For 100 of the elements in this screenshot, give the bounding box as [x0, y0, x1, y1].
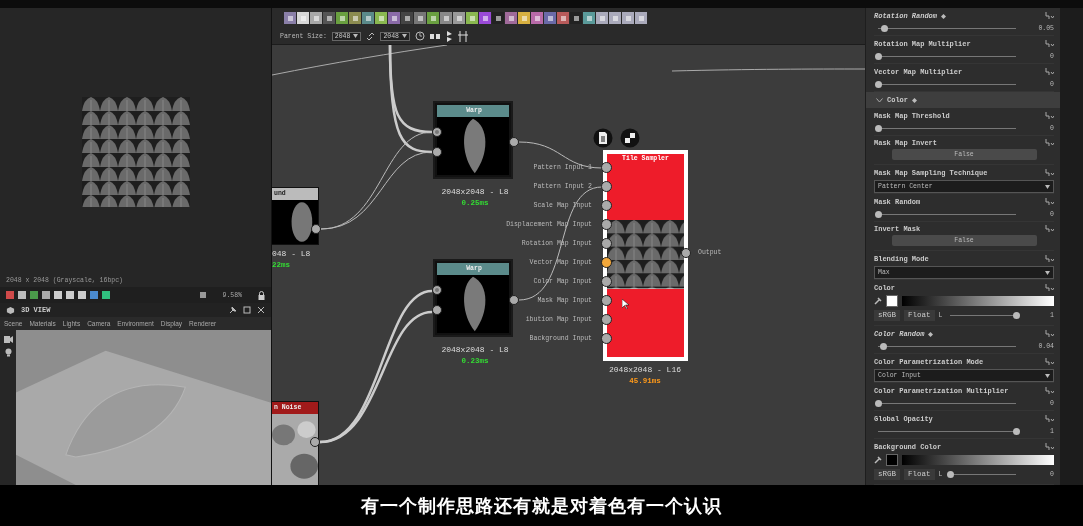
node-tool-icon[interactable]: [583, 12, 595, 24]
camera-icon[interactable]: [3, 336, 13, 343]
node-tool-icon[interactable]: [427, 12, 439, 24]
caret-icon: [1045, 373, 1050, 378]
input-socket[interactable]: [601, 257, 612, 268]
caret-icon: [1045, 184, 1050, 189]
node-tool-icon[interactable]: [479, 12, 491, 24]
slider-thumb[interactable]: [874, 80, 882, 88]
slider-thumb[interactable]: [874, 210, 882, 218]
input-socket[interactable]: [601, 276, 612, 287]
node-tool-icon[interactable]: [635, 12, 647, 24]
caret-icon: [353, 33, 359, 38]
node-tool-icon[interactable]: [557, 12, 569, 24]
node-tool-icon[interactable]: [414, 12, 426, 24]
reset-icon[interactable]: [1045, 415, 1054, 423]
slider-thumb[interactable]: [874, 52, 882, 60]
node-resolution: 2048x2048 - L16: [609, 365, 681, 374]
reset-icon[interactable]: [1045, 225, 1054, 233]
node-tool-icon[interactable]: [297, 12, 309, 24]
node-tool-icon[interactable]: [622, 12, 634, 24]
slider-thumb[interactable]: [874, 399, 882, 407]
light-bulb-icon[interactable]: [4, 348, 12, 357]
reset-icon[interactable]: [1045, 68, 1054, 76]
distribute-icon[interactable]: [446, 30, 454, 42]
align-icon[interactable]: [430, 31, 442, 41]
slider-thumb[interactable]: [1012, 311, 1020, 319]
reset-icon[interactable]: [1045, 255, 1054, 263]
leaf-thumbnail: [272, 200, 318, 244]
node-resolution: 2048x2048 - L8: [441, 187, 509, 196]
node-tool-icon[interactable]: [596, 12, 608, 24]
output-socket[interactable]: [311, 224, 321, 234]
caret-icon: [402, 33, 408, 38]
input-socket[interactable]: [601, 238, 612, 249]
input-socket[interactable]: [601, 162, 612, 173]
close-icon[interactable]: [257, 306, 265, 314]
noise-thumbnail: [272, 414, 318, 485]
diamond-icon: [941, 13, 946, 19]
snap-icon[interactable]: [458, 30, 469, 42]
reset-icon[interactable]: [1045, 284, 1054, 292]
input-socket[interactable]: [601, 295, 612, 306]
reset-icon[interactable]: [1045, 169, 1054, 177]
node-tool-icon[interactable]: [440, 12, 452, 24]
eyedropper-icon[interactable]: [874, 297, 882, 305]
chevron-icon: [876, 97, 883, 103]
slider-thumb[interactable]: [946, 470, 954, 478]
output-socket[interactable]: [509, 137, 519, 147]
leaf-thumbnail: [437, 117, 509, 175]
input-socket[interactable]: [601, 314, 612, 325]
reset-icon[interactable]: [1045, 12, 1054, 20]
reset-icon[interactable]: [1045, 112, 1054, 120]
checker-icon[interactable]: [620, 128, 640, 148]
slider-thumb[interactable]: [1012, 427, 1020, 435]
reset-icon[interactable]: [1045, 198, 1054, 206]
color-swatch[interactable]: [886, 454, 898, 466]
input-socket[interactable]: [601, 219, 612, 230]
node-tool-icon[interactable]: [375, 12, 387, 24]
reset-icon[interactable]: [1045, 330, 1054, 338]
node-tool-icon[interactable]: [518, 12, 530, 24]
input-socket[interactable]: [601, 333, 612, 344]
node-tool-icon[interactable]: [401, 12, 413, 24]
node-tool-icon[interactable]: [453, 12, 465, 24]
node-tool-icon[interactable]: [466, 12, 478, 24]
node-tool-icon[interactable]: [609, 12, 621, 24]
node-tool-icon[interactable]: [388, 12, 400, 24]
output-socket[interactable]: [310, 437, 320, 447]
input-socket[interactable]: [601, 181, 612, 192]
node-tool-icon[interactable]: [284, 12, 296, 24]
slider-thumb[interactable]: [880, 342, 887, 350]
link-icon[interactable]: [366, 31, 376, 41]
node-resolution: 048 - L8: [272, 249, 311, 258]
lock-icon[interactable]: [258, 290, 265, 300]
pin-icon[interactable]: [229, 306, 237, 314]
node-tool-icon[interactable]: [505, 12, 517, 24]
eyedropper-icon[interactable]: [874, 456, 882, 464]
node-tool-icon[interactable]: [362, 12, 374, 24]
timer-icon[interactable]: [415, 31, 426, 41]
node-tool-icon[interactable]: [323, 12, 335, 24]
fit-icon[interactable]: [200, 292, 207, 298]
output-socket[interactable]: [681, 248, 691, 258]
diamond-icon: [928, 331, 934, 337]
document-icon[interactable]: [593, 128, 613, 148]
node-tool-icon[interactable]: [570, 12, 582, 24]
node-tool-icon[interactable]: [349, 12, 361, 24]
node-tool-icon[interactable]: [544, 12, 556, 24]
color-swatch[interactable]: [886, 295, 898, 307]
reset-icon[interactable]: [1045, 139, 1054, 147]
maximize-icon[interactable]: [243, 306, 251, 314]
node-tool-icon[interactable]: [336, 12, 348, 24]
node-tool-icon[interactable]: [310, 12, 322, 24]
reset-icon[interactable]: [1045, 358, 1054, 366]
leaf-thumbnail: [437, 275, 509, 333]
reset-icon[interactable]: [1045, 443, 1054, 451]
reset-icon[interactable]: [1045, 387, 1054, 395]
node-tool-icon[interactable]: [531, 12, 543, 24]
output-socket[interactable]: [509, 295, 519, 305]
node-tool-icon[interactable]: [492, 12, 504, 24]
slider-thumb[interactable]: [874, 124, 882, 132]
reset-icon[interactable]: [1045, 40, 1054, 48]
slider-thumb[interactable]: [881, 24, 889, 32]
input-socket[interactable]: [601, 200, 612, 211]
